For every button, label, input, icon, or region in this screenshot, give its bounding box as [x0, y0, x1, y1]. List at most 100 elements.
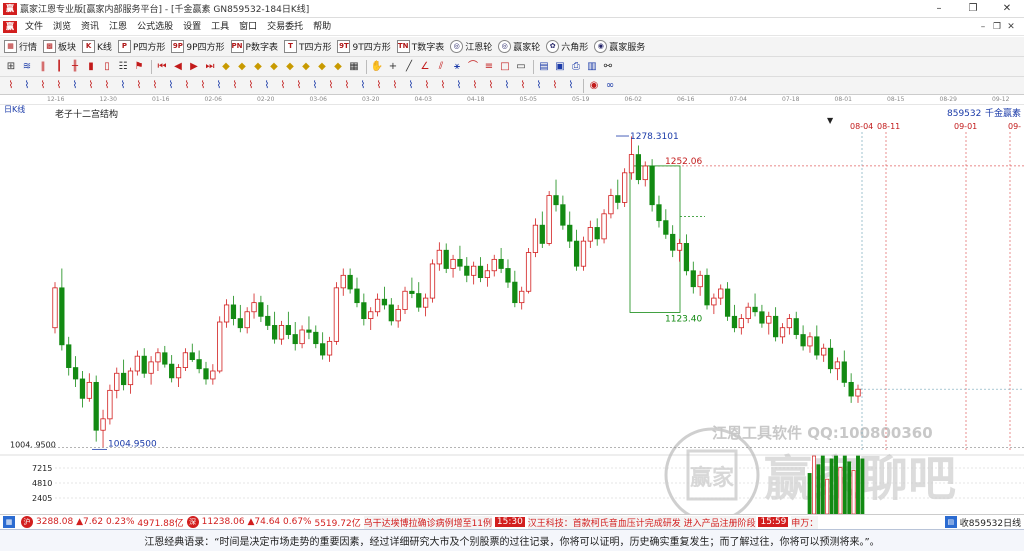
- cycle-k-icon[interactable]: ⌇: [164, 79, 178, 93]
- cycle-z-icon[interactable]: ⌇: [404, 79, 418, 93]
- cycle-g-icon[interactable]: ⌇: [100, 79, 114, 93]
- cycle-p-icon[interactable]: ⌇: [244, 79, 258, 93]
- menu-settings[interactable]: 设置: [178, 18, 206, 36]
- cycle-ae-icon[interactable]: ⌇: [484, 79, 498, 93]
- maximize-button[interactable]: ❐: [956, 0, 990, 18]
- toolbar-sector-button[interactable]: ▩ 板块: [43, 40, 76, 53]
- flag-icon[interactable]: ⚑: [132, 60, 146, 74]
- hand-icon[interactable]: ✋: [370, 60, 384, 74]
- cycle-ad-icon[interactable]: ⌇: [468, 79, 482, 93]
- menu-trade[interactable]: 交易委托: [262, 18, 308, 36]
- cycle-x-icon[interactable]: ⌇: [372, 79, 386, 93]
- angle-tool-icon[interactable]: ∠: [418, 60, 432, 74]
- mdi-close-button[interactable]: ✕: [1004, 18, 1018, 36]
- expand-icon[interactable]: ◆: [315, 60, 329, 74]
- cycle-s-icon[interactable]: ⌇: [292, 79, 306, 93]
- toolbar-9p-square-button[interactable]: 9P 9P四方形: [171, 40, 225, 53]
- cycle-ah-icon[interactable]: ⌇: [532, 79, 546, 93]
- cycle-c-icon[interactable]: ⌇: [36, 79, 50, 93]
- cycle-ai-icon[interactable]: ⌇: [548, 79, 562, 93]
- toolbar-kline-button[interactable]: K K线: [82, 40, 112, 53]
- menu-file[interactable]: 文件: [20, 18, 48, 36]
- menu-gann[interactable]: 江恩: [104, 18, 132, 36]
- candle-style-icon[interactable]: ▮: [84, 60, 98, 74]
- ohlc-style-icon[interactable]: ╫: [68, 60, 82, 74]
- cycle-aj-icon[interactable]: ⌇: [564, 79, 578, 93]
- cycle-e-icon[interactable]: ⌇: [68, 79, 82, 93]
- close-button[interactable]: ✕: [990, 0, 1024, 18]
- menu-formula[interactable]: 公式选股: [132, 18, 178, 36]
- cycle-m-icon[interactable]: ⌇: [196, 79, 210, 93]
- first-icon[interactable]: ⏮: [155, 60, 169, 74]
- cycle-h-icon[interactable]: ⌇: [116, 79, 130, 93]
- stop-icon[interactable]: ◉: [587, 79, 601, 93]
- cycle-b-icon[interactable]: ⌇: [20, 79, 34, 93]
- right-icon[interactable]: ◆: [299, 60, 313, 74]
- toolbar-p-table-button[interactable]: PN P数字表: [230, 40, 278, 53]
- toolbar-quotes-button[interactable]: ▦ 行情: [4, 40, 37, 53]
- toolbar-gann-wheel-button[interactable]: ◎ 江恩轮: [450, 40, 492, 53]
- last-icon[interactable]: ⏭: [203, 60, 217, 74]
- bar-style-icon[interactable]: ┃: [52, 60, 66, 74]
- shrink-icon[interactable]: ◆: [331, 60, 345, 74]
- cycle-i-icon[interactable]: ⌇: [132, 79, 146, 93]
- toolbar-winner-wheel-button[interactable]: ◎ 赢家轮: [498, 40, 540, 53]
- save-icon[interactable]: ▣: [553, 60, 567, 74]
- square-tool-icon[interactable]: □: [498, 60, 512, 74]
- cycle-ac-icon[interactable]: ⌇: [452, 79, 466, 93]
- tower-style-icon[interactable]: ▯: [100, 60, 114, 74]
- fan-tool-icon[interactable]: ⚹: [450, 60, 464, 74]
- cycle-n-icon[interactable]: ⌇: [212, 79, 226, 93]
- cycle-ab-icon[interactable]: ⌇: [436, 79, 450, 93]
- cycle-o-icon[interactable]: ⌇: [228, 79, 242, 93]
- box-tool-icon[interactable]: ▭: [514, 60, 528, 74]
- cycle-tool-icon[interactable]: ⌒: [466, 60, 480, 74]
- news-item-1[interactable]: 乌干达埃博拉确诊病例增至11例: [363, 515, 493, 529]
- chart-mode-icon[interactable]: ▤: [944, 516, 957, 528]
- zoom-in-icon[interactable]: ◆: [219, 60, 233, 74]
- minimize-button[interactable]: –: [922, 0, 956, 18]
- kline-style-icon[interactable]: ‖: [36, 60, 50, 74]
- toolbar-p-square-button[interactable]: P P四方形: [117, 40, 165, 53]
- next-icon[interactable]: ▶: [187, 60, 201, 74]
- cycle-f-icon[interactable]: ⌇: [84, 79, 98, 93]
- toolbar-t-table-button[interactable]: TN T数字表: [396, 40, 444, 53]
- cycle-t-icon[interactable]: ⌇: [308, 79, 322, 93]
- up-icon[interactable]: ◆: [251, 60, 265, 74]
- menu-grid-icon[interactable]: ▦: [3, 516, 15, 528]
- prev-icon[interactable]: ◀: [171, 60, 185, 74]
- cycle-ag-icon[interactable]: ⌇: [516, 79, 530, 93]
- table-icon[interactable]: ▤: [537, 60, 551, 74]
- down-icon[interactable]: ◆: [267, 60, 281, 74]
- cycle-a-icon[interactable]: ⌇: [4, 79, 18, 93]
- mdi-minimize-button[interactable]: –: [976, 18, 990, 36]
- cycle-u-icon[interactable]: ⌇: [324, 79, 338, 93]
- cycle-j-icon[interactable]: ⌇: [148, 79, 162, 93]
- kline-chart[interactable]: 赢家 江恩工具软件 QQ:100800360 赢家聊吧 日K线 老子十二宫结构 …: [0, 105, 1024, 514]
- cycle-q-icon[interactable]: ⌇: [260, 79, 274, 93]
- cycle-y-icon[interactable]: ⌇: [388, 79, 402, 93]
- grid-toggle-icon[interactable]: ▦: [347, 60, 361, 74]
- news-item-2[interactable]: 汉王科技：首款柯氏音血压计完成研发 进入产品注册阶段: [527, 515, 756, 529]
- menu-browse[interactable]: 浏览: [48, 18, 76, 36]
- infinity-icon[interactable]: ∞: [603, 79, 617, 93]
- menu-tools[interactable]: 工具: [206, 18, 234, 36]
- menu-help[interactable]: 帮助: [308, 18, 336, 36]
- cross-icon[interactable]: +: [386, 60, 400, 74]
- indicator-icon[interactable]: ☷: [116, 60, 130, 74]
- cycle-v-icon[interactable]: ⌇: [340, 79, 354, 93]
- left-icon[interactable]: ◆: [283, 60, 297, 74]
- menu-window[interactable]: 窗口: [234, 18, 262, 36]
- fibo-tool-icon[interactable]: ≡: [482, 60, 496, 74]
- toolbar-t-square-button[interactable]: T T四方形: [283, 40, 331, 53]
- menu-info[interactable]: 资讯: [76, 18, 104, 36]
- link-icon[interactable]: ⚯: [601, 60, 615, 74]
- toolbar-service-button[interactable]: ◉ 赢家服务: [594, 40, 645, 53]
- mdi-restore-button[interactable]: ❐: [990, 18, 1004, 36]
- cycle-r-icon[interactable]: ⌇: [276, 79, 290, 93]
- cycle-d-icon[interactable]: ⌇: [52, 79, 66, 93]
- picture-icon[interactable]: ▥: [585, 60, 599, 74]
- zoom-out-icon[interactable]: ◆: [235, 60, 249, 74]
- news-item-3[interactable]: 申万：: [791, 515, 819, 529]
- print-icon[interactable]: ⎙: [569, 60, 583, 74]
